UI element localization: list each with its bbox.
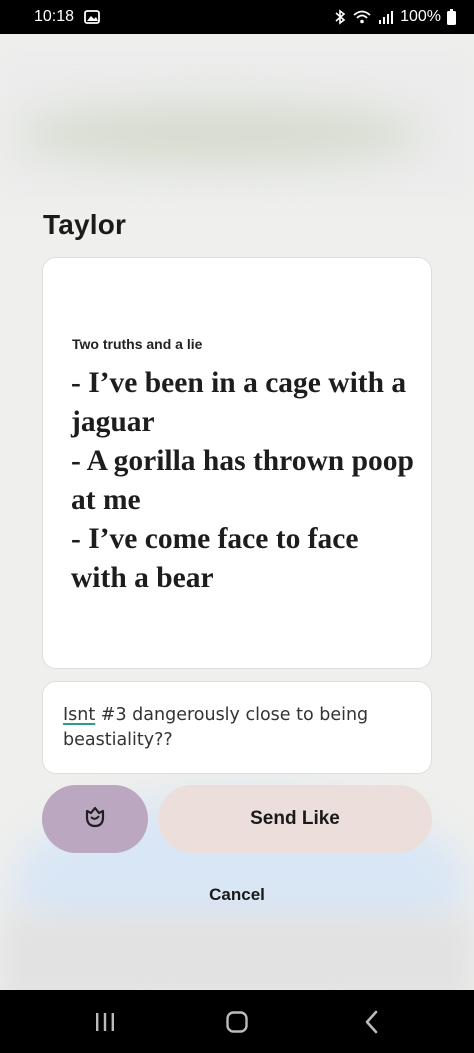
bluetooth-icon bbox=[334, 9, 346, 25]
status-time: 10:18 bbox=[34, 8, 75, 25]
wifi-icon bbox=[352, 9, 372, 25]
send-rose-button[interactable] bbox=[42, 785, 148, 853]
navigation-bar bbox=[0, 990, 474, 1053]
back-icon[interactable] bbox=[332, 990, 412, 1053]
prompt-question: Two truths and a lie bbox=[72, 336, 203, 352]
send-like-label: Send Like bbox=[250, 808, 340, 829]
comment-text: #3 dangerously close to being beastialit… bbox=[63, 705, 369, 750]
rose-icon bbox=[82, 804, 108, 834]
battery-percent: 100% bbox=[400, 8, 441, 25]
signal-icon bbox=[378, 10, 394, 24]
cancel-button[interactable]: Cancel bbox=[0, 885, 474, 905]
home-icon[interactable] bbox=[197, 990, 277, 1053]
comment-input[interactable]: Isnt #3 dangerously close to being beast… bbox=[42, 681, 432, 774]
send-like-button[interactable]: Send Like bbox=[158, 785, 432, 853]
status-bar: 10:18 100% bbox=[0, 0, 474, 34]
recent-apps-icon[interactable] bbox=[65, 990, 145, 1053]
prompt-card: Two truths and a lie - I’ve been in a ca… bbox=[42, 257, 432, 669]
prompt-answer: - I’ve been in a cage with a jaguar - A … bbox=[71, 367, 414, 594]
battery-icon bbox=[447, 9, 456, 25]
misspelled-word[interactable]: Isnt bbox=[63, 705, 95, 725]
profile-name: Taylor bbox=[43, 209, 127, 240]
gallery-icon bbox=[84, 10, 100, 24]
